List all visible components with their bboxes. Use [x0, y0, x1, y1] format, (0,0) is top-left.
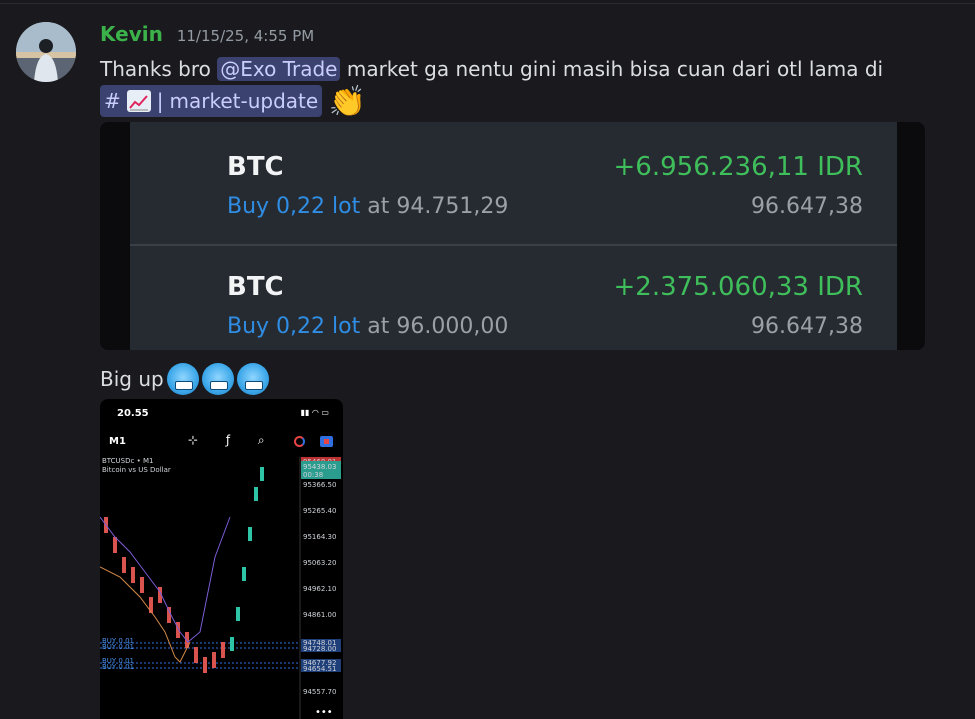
order-price: 94728.00: [303, 645, 336, 653]
trade-at: at: [367, 314, 390, 339]
message-text-line2: # | market-update 👏: [100, 85, 366, 119]
price-axis-label: 94861.00: [303, 611, 336, 619]
cold-face-icon[interactable]: [166, 363, 199, 395]
order-lines: 94748.01 94728.00 94677.92 94654.51 BUY …: [100, 637, 341, 673]
chart-tools-icon: ⊹ ƒ ⌕: [188, 433, 277, 447]
timeframe-label: M1: [109, 436, 126, 447]
candle: [221, 642, 225, 658]
message-text: Thanks bro: [100, 57, 218, 81]
order-label: BUY 0.01: [102, 663, 134, 671]
trade-row: BTC +2.375.060,33 IDR Buy 0,22 lot at 96…: [130, 254, 897, 350]
message-text: Big up: [100, 367, 164, 391]
more-options-icon: •••: [315, 707, 333, 718]
channel-separator: |: [156, 89, 164, 113]
trade-symbol: BTC: [227, 152, 284, 182]
order-label: BUY 0.01: [102, 643, 134, 651]
trade-side: Buy 0,22 lot: [227, 194, 361, 219]
candle: [236, 607, 240, 621]
signal-wifi-battery-icon: ▮▮ ◠ ▭: [300, 408, 329, 417]
trade-current-price: 96.647,38: [751, 314, 863, 339]
price-axis-label: 95366.50: [303, 481, 336, 489]
cold-face-icon[interactable]: [236, 363, 269, 395]
trade-open-price: 96.000,00: [396, 314, 509, 339]
channel-mention[interactable]: # | market-update: [100, 85, 323, 117]
price-chart: BTCUSDc • M1 Bitcoin vs US Dollar 95468.…: [100, 457, 341, 719]
message-text-big-up: Big up: [100, 363, 269, 395]
trade-pnl: +2.375.060,33 IDR: [613, 272, 863, 302]
price-countdown: 00:38: [303, 471, 323, 479]
trade-toggle-icon: [294, 436, 305, 447]
candle: [194, 647, 198, 663]
chart-symbol-desc: Bitcoin vs US Dollar: [102, 466, 171, 474]
avatar[interactable]: [16, 22, 76, 82]
trade-row: BTC +6.956.236,11 IDR Buy 0,22 lot at 94…: [130, 134, 897, 244]
trade-current-price: 96.647,38: [751, 194, 863, 219]
trade-open-price: 94.751,29: [396, 194, 509, 219]
divider-line: [0, 3, 975, 4]
avatar-image: [16, 22, 76, 82]
image-attachment-trades[interactable]: BTC +6.956.236,11 IDR Buy 0,22 lot at 94…: [100, 122, 925, 350]
message-text-line1: Thanks bro @Exo Trade market ga nentu gi…: [100, 53, 883, 85]
message-timestamp[interactable]: 11/15/25, 4:55 PM: [177, 27, 314, 45]
trade-symbol: BTC: [227, 272, 284, 302]
status-time: 20.55: [117, 408, 149, 419]
channel-name: market-update: [169, 89, 319, 113]
trade-detail: Buy 0,22 lot at 94.751,29: [227, 194, 508, 219]
candle: [242, 567, 246, 581]
image-attachment-chart[interactable]: 20.55 ▮▮ ◠ ▭ M1 ⊹ ƒ ⌕ BTCUSDc • M1 Bitco…: [100, 399, 343, 719]
moving-average-line: [100, 516, 231, 643]
candle: [122, 557, 126, 573]
price-axis-label: 94962.10: [303, 585, 336, 593]
price-axis-label: 95164.30: [303, 533, 336, 541]
price-axis-label: 95265.40: [303, 507, 336, 515]
candle: [212, 652, 216, 668]
user-mention[interactable]: @Exo Trade: [217, 57, 341, 81]
candle: [131, 567, 135, 583]
candle: [167, 607, 171, 623]
trade-detail: Buy 0,22 lot at 96.000,00: [227, 314, 508, 339]
order-price: 94654.51: [303, 665, 336, 673]
price-axis-label: 94557.70: [303, 688, 336, 696]
trade-at: at: [367, 194, 390, 219]
price-axis-label: 95063.20: [303, 559, 336, 567]
price-current: 95438.03: [303, 463, 336, 471]
chart-increasing-icon: [126, 90, 151, 112]
order-icon: [320, 436, 333, 447]
candle: [140, 577, 144, 593]
trades-panel: BTC +6.956.236,11 IDR Buy 0,22 lot at 94…: [130, 122, 897, 350]
candle: [254, 487, 258, 501]
message-text-rest: market ga nentu gini masih bisa cuan dar…: [340, 57, 884, 81]
candle: [260, 467, 264, 481]
cold-face-icon[interactable]: [201, 363, 234, 395]
candle: [248, 527, 252, 541]
trade-side: Buy 0,22 lot: [227, 314, 361, 339]
candle: [230, 637, 234, 651]
candle: [203, 657, 207, 673]
message-header: Kevin 11/15/25, 4:55 PM: [100, 22, 314, 50]
username[interactable]: Kevin: [100, 22, 163, 46]
channel-hash-icon: #: [104, 89, 121, 113]
chart-symbol-label: BTCUSDc • M1: [102, 457, 153, 465]
trade-pnl: +6.956.236,11 IDR: [613, 152, 863, 182]
clapping-hands-icon[interactable]: 👏: [329, 85, 366, 120]
candle: [113, 537, 117, 553]
trade-divider: [130, 244, 897, 246]
